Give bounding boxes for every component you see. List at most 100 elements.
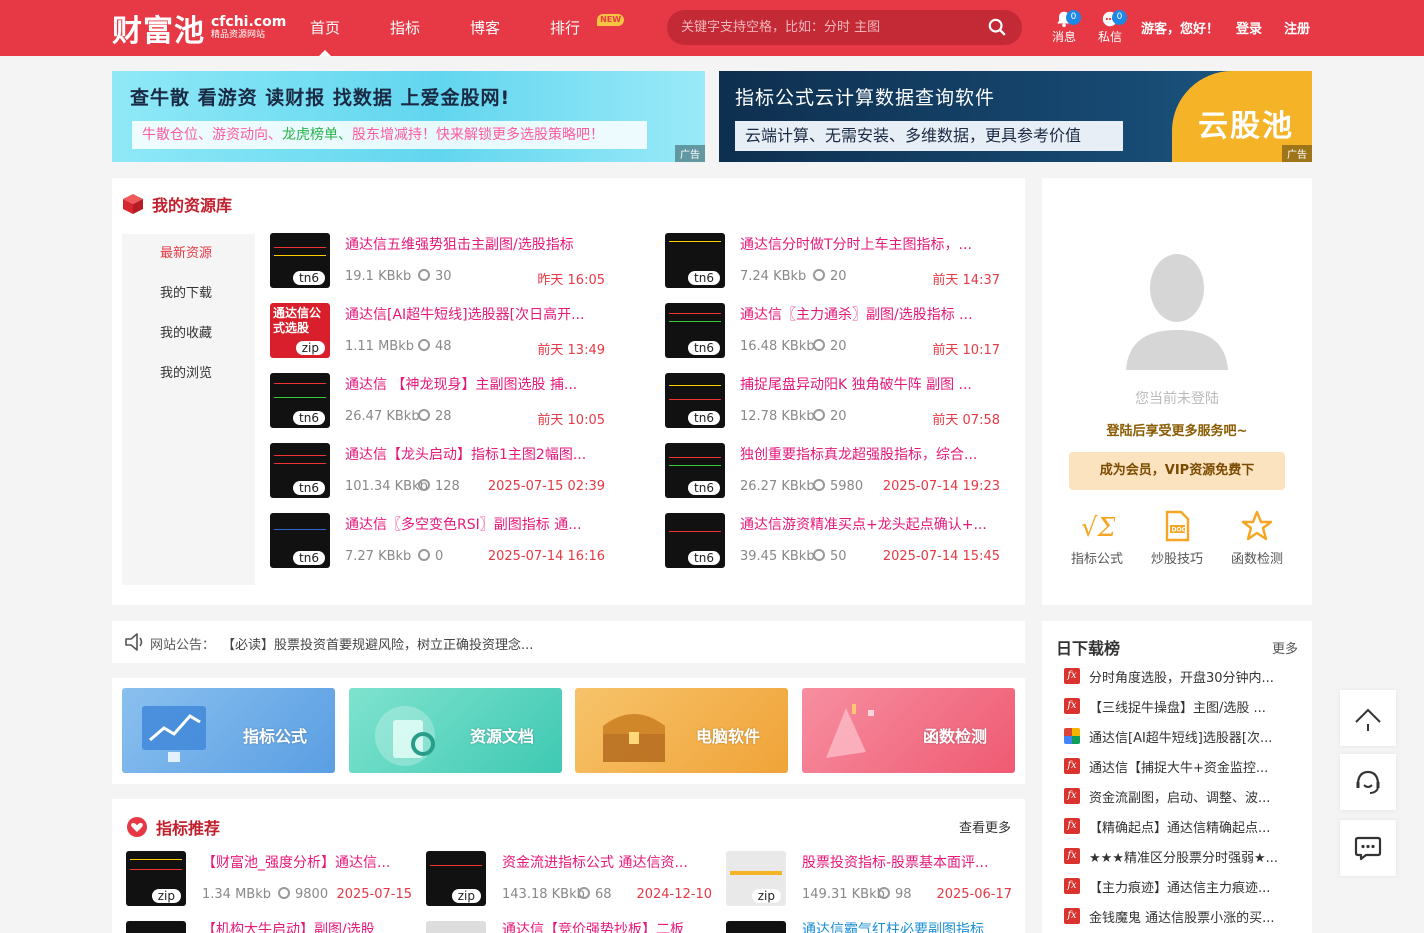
resource-item[interactable]: tn6 捕捉尾盘异动阳K 独角破牛阵 副图 ... 12.78 KBkb 20 前天… — [665, 373, 1000, 429]
category-resource-docs[interactable]: 资源文档 — [349, 688, 562, 773]
resource-title[interactable]: 通达信【龙头启动】指标1主图2幅图... — [345, 444, 605, 464]
view-more-link[interactable]: 查看更多 — [959, 817, 1011, 836]
download-count: 28 — [418, 409, 452, 424]
resource-title[interactable]: 捕捉尾盘异动阳K 独角破牛阵 副图 ... — [740, 374, 1000, 394]
nav-home[interactable]: 首页 — [296, 0, 354, 56]
resource-title[interactable]: 通达信【竞价强势抄板】二板 — [502, 919, 712, 933]
rank-item[interactable]: fx 资金流副图，启动、调整、波... — [1064, 787, 1294, 807]
resource-title[interactable]: 通达信〖多空变色RSI〗副图指标 通... — [345, 514, 605, 534]
register-link[interactable]: 注册 — [1284, 18, 1310, 37]
resource-thumbnail: 通达信公式选股 zip — [270, 303, 330, 358]
rank-item[interactable]: fx ★★★精准区分股票分时强弱★... — [1064, 847, 1294, 867]
resource-thumbnail: tn6 — [665, 233, 725, 288]
resource-item[interactable]: tn6 通达信〖主力通杀〗副图/选股指标 ... 16.48 KBkb 20 前天 … — [665, 303, 1000, 359]
notice-text[interactable]: 【必读】股票投资首要规避风险，树立正确投资理念... — [222, 634, 533, 653]
rank-item[interactable]: 通达信[AI超牛短线]选股器[次... — [1064, 727, 1294, 747]
nav-indicators[interactable]: 指标 — [376, 0, 434, 56]
login-link[interactable]: 登录 — [1236, 18, 1262, 37]
banner-brand: 云股池 — [1198, 109, 1294, 144]
arrow-up-icon — [1355, 708, 1381, 731]
resource-sidebar: 最新资源 我的下载 我的收藏 我的浏览 — [122, 234, 255, 585]
rank-item[interactable]: fx 【主力痕迹】通达信主力痕迹... — [1064, 877, 1294, 897]
site-logo[interactable]: 财富池 cfchi.com 精品资源网站 — [112, 8, 286, 49]
download-count: 50 — [813, 549, 847, 564]
resource-title[interactable]: 通达信[AI超牛短线]选股器[次日高开... — [345, 304, 605, 324]
side-downloads[interactable]: 我的下载 — [122, 274, 255, 314]
svg-text:DOC: DOC — [1172, 527, 1187, 534]
new-badge: NEW — [597, 14, 625, 26]
resource-title[interactable]: 通达信 【神龙现身】主副图选股 捕... — [345, 374, 605, 394]
cube-icon — [123, 194, 143, 214]
heart-icon — [127, 817, 147, 837]
resource-title[interactable]: 独创重要指标真龙超强股指标，综合... — [740, 444, 1000, 464]
rank-item[interactable]: fx 分时角度选股，开盘30分钟内... — [1064, 667, 1294, 687]
nav-blog[interactable]: 博客 — [456, 0, 514, 56]
category-function-check[interactable]: 函数检测 — [802, 688, 1015, 773]
back-to-top-button[interactable] — [1340, 690, 1396, 746]
resource-title[interactable]: 通达信游资精准买点+龙头起点确认+... — [740, 514, 1000, 534]
category-indicator-formula[interactable]: 指标公式 — [122, 688, 335, 773]
chat-bubble-icon — [1354, 836, 1382, 861]
side-history[interactable]: 我的浏览 — [122, 354, 255, 394]
download-count: 20 — [813, 269, 847, 284]
rank-item[interactable]: fx 【精确起点】通达信精确起点... — [1064, 817, 1294, 837]
resource-thumbnail: zip — [726, 851, 786, 906]
recommend-item[interactable]: zip 【财富池_强度分析】通达信... 1.34 MBkb 9800 2025-0… — [126, 851, 412, 907]
recommend-item[interactable]: zip 资金流进指标公式 通达信资... 143.18 KBkb 68 2024-1… — [426, 851, 712, 907]
resource-item[interactable]: 通达信公式选股 zip 通达信[AI超牛短线]选股器[次日高开... 1.11 M… — [270, 303, 605, 359]
resource-title[interactable]: 股票投资指标-股票基本面评... — [802, 852, 1012, 872]
resource-item[interactable]: tn6 通达信分时做T分时上车主图指标，... 7.24 KBkb 20 前天 14… — [665, 233, 1000, 289]
rank-item[interactable]: fx 金钱魔鬼 通达信股票小涨的买... — [1064, 907, 1294, 927]
resource-title[interactable]: 通达信〖主力通杀〗副图/选股指标 ... — [740, 304, 1000, 324]
fx-icon: fx — [1064, 668, 1080, 684]
become-vip-button[interactable]: 成为会员，VIP资源免费下 — [1069, 452, 1285, 490]
top-header: 财富池 cfchi.com 精品资源网站 首页 指标 博客 排行NEW 0 消息… — [0, 0, 1424, 56]
side-favorites[interactable]: 我的收藏 — [122, 314, 255, 354]
resource-title[interactable]: 通达信五维强势狙击主副图/选股指标 — [345, 234, 605, 254]
search-box — [667, 10, 1022, 45]
speaker-icon — [125, 633, 143, 651]
ad-banner-left[interactable]: 查牛散 看游资 读财报 找数据 上爱金股网! 牛散仓位、游资动向、龙虎榜单、股东… — [112, 71, 705, 162]
tool-indicator-formula[interactable]: √Σ 指标公式 — [1062, 510, 1132, 567]
rank-item[interactable]: fx 【三线捉牛操盘】主图/选股 ... — [1064, 697, 1294, 717]
recommend-item[interactable]: zip 股票投资指标-股票基本面评... 149.31 KBkb 98 2025-0… — [726, 851, 1012, 907]
fx-icon: fx — [1064, 848, 1080, 864]
fx-icon: fx — [1064, 878, 1080, 894]
colorful-grid-icon — [1064, 728, 1080, 744]
login-tip: 登陆后享受更多服务吧~ — [1106, 424, 1248, 439]
banner-right-subtitle: 云端计算、无需安装、多维数据，更具参考价值 — [735, 121, 1123, 151]
headset-icon — [1356, 770, 1380, 794]
resource-item[interactable]: tn6 独创重要指标真龙超强股指标，综合... 26.27 KBkb 5980 20… — [665, 443, 1000, 499]
ad-banner-right[interactable]: 指标公式云计算数据查询软件 云端计算、无需安装、多维数据，更具参考价值 云股池 … — [719, 71, 1312, 162]
side-latest[interactable]: 最新资源 — [122, 234, 255, 274]
rank-more-link[interactable]: 更多 — [1272, 638, 1298, 657]
tool-function-check[interactable]: 函数检测 — [1222, 510, 1292, 567]
feedback-button[interactable] — [1340, 820, 1396, 876]
nav-ranking[interactable]: 排行 NEW — [536, 0, 625, 56]
resource-item[interactable]: tn6 通达信五维强势狙击主副图/选股指标 19.1 KBkb 30 昨天 16:0… — [270, 233, 605, 289]
category-pc-software[interactable]: 电脑软件 — [575, 688, 788, 773]
rank-item[interactable]: fx 通达信【捕捉大牛+资金监控... — [1064, 757, 1294, 777]
daily-download-rank: 日下载榜 更多 fx 分时角度选股，开盘30分钟内... fx 【三线捉牛操盘】主图… — [1042, 621, 1312, 933]
resource-title[interactable]: 资金流进指标公式 通达信资... — [502, 852, 712, 872]
customer-service-button[interactable] — [1340, 754, 1396, 810]
resource-title[interactable]: 【机构大牛启动】副图/选股 — [202, 919, 412, 933]
resource-thumbnail: tn6 — [665, 513, 725, 568]
resource-item[interactable]: tn6 通达信 【神龙现身】主副图选股 捕... 26.47 KBkb 28 前天 … — [270, 373, 605, 429]
category-cards: 指标公式 资源文档 电脑软件 函数检测 — [112, 678, 1025, 784]
resource-item[interactable]: tn6 通达信【龙头启动】指标1主图2幅图... 101.34 KBkb 128 2… — [270, 443, 605, 499]
rank-title: 日下载榜 — [1056, 639, 1121, 658]
logo-tagline: 精品资源网站 — [211, 29, 266, 40]
resource-title[interactable]: 通达信分时做T分时上车主图指标，... — [740, 234, 1000, 254]
tool-trading-tips[interactable]: DOC 炒股技巧 — [1142, 510, 1212, 567]
resource-title[interactable]: 【财富池_强度分析】通达信... — [202, 852, 412, 872]
private-message-button[interactable]: 0 私信 — [1092, 10, 1128, 45]
main-nav: 首页 指标 博客 排行 NEW — [296, 0, 625, 56]
resource-item[interactable]: tn6 通达信游资精准买点+龙头起点确认+... 39.45 KBkb 50 202… — [665, 513, 1000, 569]
search-icon[interactable] — [988, 18, 1006, 36]
resource-title[interactable]: 通达信霸气红柱必要副图指标 — [802, 919, 1012, 933]
resource-item[interactable]: tn6 通达信〖多空变色RSI〗副图指标 通... 7.27 KBkb 0 2025… — [270, 513, 605, 569]
messages-button[interactable]: 0 消息 — [1046, 10, 1082, 45]
download-count: 9800 — [278, 887, 328, 902]
search-input[interactable] — [681, 10, 981, 45]
